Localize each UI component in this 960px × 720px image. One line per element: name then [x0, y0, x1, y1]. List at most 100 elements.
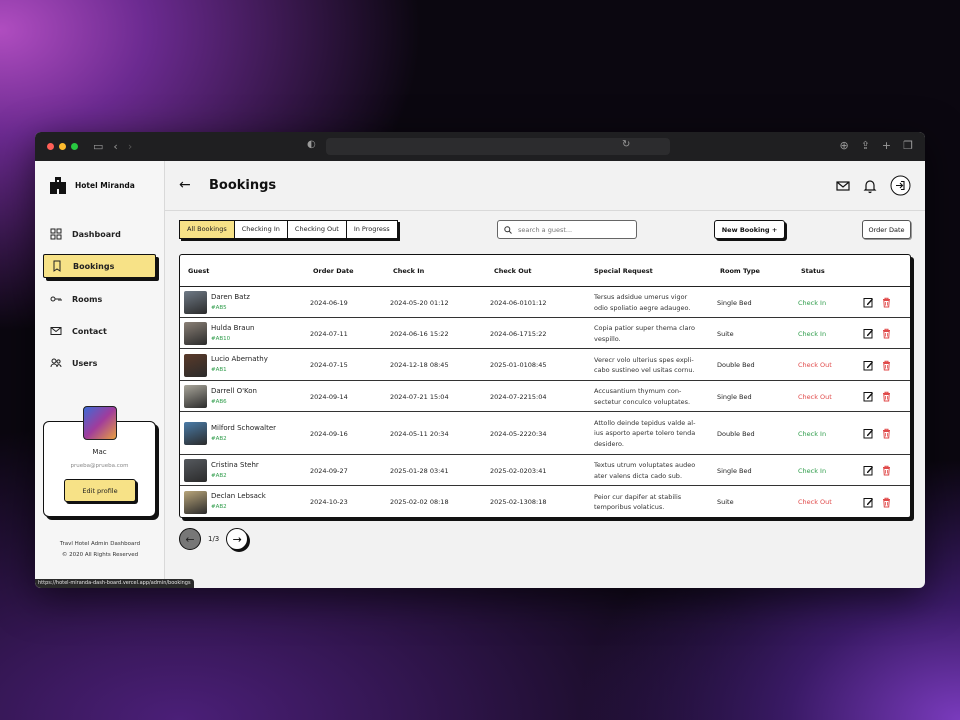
- tab-checking-out[interactable]: Checking Out: [288, 221, 347, 238]
- search-input[interactable]: [518, 225, 628, 234]
- trash-icon[interactable]: [881, 391, 892, 402]
- table-row[interactable]: Cristina Stehr #AB2 2024-09-27 2025-01-28 0…: [180, 455, 910, 486]
- guest-name: Hulda Braun: [211, 323, 255, 332]
- close-window-button[interactable]: [47, 143, 54, 150]
- table-row[interactable]: Lucio Abernathy #AB1 2024-07-15 2024-12-18 …: [180, 349, 910, 381]
- browser-back-icon[interactable]: ‹: [113, 141, 117, 152]
- special-request-line: Textus utrum voluptates audeo: [594, 461, 696, 469]
- guest-name: Lucio Abernathy: [211, 355, 268, 363]
- status-badge: Check In: [798, 298, 827, 307]
- browser-toolbar: ▭ ‹ › ◐ ↻ ⊕ ⇪ + ❐: [35, 132, 925, 161]
- column-order-date[interactable]: Order Date: [313, 267, 354, 275]
- edit-icon[interactable]: [863, 428, 874, 439]
- special-request-line: Tersus adsidue umerus vigor: [594, 293, 688, 301]
- shield-icon[interactable]: ◐: [307, 139, 316, 150]
- logout-icon[interactable]: [890, 175, 911, 196]
- trash-icon[interactable]: [881, 297, 892, 308]
- address-bar[interactable]: [326, 138, 670, 155]
- check-out-date: 2024-07-2215:04: [490, 392, 547, 401]
- profile-email: prueba@prueba.com: [70, 463, 129, 469]
- check-in-date: 2024-07-21 15:04: [390, 392, 449, 401]
- edit-icon[interactable]: [863, 360, 874, 371]
- maximize-window-button[interactable]: [71, 143, 78, 150]
- check-out-date: 2025-02-1308:18: [490, 498, 547, 506]
- reload-icon[interactable]: ↻: [622, 139, 630, 150]
- mail-icon[interactable]: [835, 178, 851, 194]
- table-row[interactable]: Milford Schowalter #AB2 2024-09-16 2024-05-…: [180, 412, 910, 455]
- prev-page-button[interactable]: ←: [179, 528, 201, 550]
- table-row[interactable]: Declan Lebsack #AB2 2024-10-23 2025-02-02 0…: [180, 486, 910, 518]
- trash-icon[interactable]: [881, 428, 892, 439]
- share-icon[interactable]: ⇪: [861, 139, 870, 152]
- minimize-window-button[interactable]: [59, 143, 66, 150]
- special-request-line: ater valens dicta cado sub.: [594, 471, 683, 480]
- page-title: Bookings: [209, 178, 277, 193]
- download-icon[interactable]: ⊕: [839, 139, 848, 152]
- column-guest[interactable]: Guest: [188, 267, 209, 275]
- pagination: ← 1/3 →: [179, 528, 249, 550]
- back-arrow-icon[interactable]: ←: [179, 177, 191, 193]
- arrow-left-icon: ←: [185, 532, 195, 546]
- check-out-date: 2025-02-0203:41: [490, 466, 547, 475]
- sidebar-item-dashboard[interactable]: Dashboard: [43, 222, 156, 246]
- sidebar-item-rooms[interactable]: Rooms: [43, 287, 156, 311]
- edit-icon[interactable]: [863, 465, 874, 476]
- special-request: Peior cur dapifer at stabilis temporibus …: [594, 492, 714, 513]
- tab-all-bookings[interactable]: All Bookings: [180, 221, 235, 238]
- bookings-table: Guest Order Date Check In Check Out Spec…: [179, 254, 911, 518]
- dashboard-icon: [50, 228, 62, 240]
- new-booking-button[interactable]: New Booking +: [714, 220, 785, 239]
- sidebar-toggle-icon[interactable]: ▭: [93, 141, 103, 152]
- column-room-type[interactable]: Room Type: [720, 267, 760, 275]
- sidebar-item-bookings[interactable]: Bookings: [43, 254, 156, 278]
- special-request-line: Peior cur dapifer at stabilis: [594, 492, 682, 501]
- special-request-line: odio spoliatio aegre adaugeo.: [594, 303, 691, 312]
- tabs-overview-icon[interactable]: ❐: [903, 139, 913, 152]
- trash-icon[interactable]: [881, 360, 892, 371]
- bell-icon[interactable]: [862, 178, 878, 194]
- sidebar-item-contact[interactable]: Contact: [43, 319, 156, 343]
- special-request-line: Accusantium thymum con-: [594, 387, 682, 395]
- tab-checking-in[interactable]: Checking In: [235, 221, 288, 238]
- guest-thumbnail: [184, 322, 207, 345]
- tab-in-progress[interactable]: In Progress: [347, 221, 397, 238]
- guest-thumbnail: [184, 490, 207, 514]
- column-special-request[interactable]: Special Request: [594, 267, 653, 275]
- special-request-line: Verecr volo ulterius spes expli-: [594, 355, 694, 364]
- status-badge: Check In: [798, 329, 827, 338]
- guest-id: #AB1: [211, 367, 227, 373]
- status-badge: Check In: [798, 429, 827, 438]
- sidebar-item-users[interactable]: Users: [43, 351, 156, 375]
- page-indicator: 1/3: [208, 535, 220, 543]
- column-check-in[interactable]: Check In: [393, 267, 424, 275]
- check-in-date: 2025-01-28 03:41: [390, 466, 449, 475]
- column-check-out[interactable]: Check Out: [494, 267, 532, 275]
- guest-id: #AB10: [211, 335, 231, 342]
- search-box: [497, 220, 637, 239]
- check-in-date: 2024-05-20 01:12: [390, 298, 449, 307]
- next-page-button[interactable]: →: [226, 528, 249, 550]
- edit-icon[interactable]: [863, 391, 874, 402]
- avatar[interactable]: [83, 406, 117, 440]
- hotel-logo-icon: [50, 177, 66, 194]
- browser-forward-icon[interactable]: ›: [128, 141, 132, 152]
- new-tab-icon[interactable]: +: [882, 139, 891, 152]
- trash-icon[interactable]: [881, 465, 892, 476]
- brand[interactable]: Hotel Miranda: [49, 176, 135, 194]
- guest-name: Cristina Stehr: [211, 460, 259, 469]
- column-status[interactable]: Status: [801, 267, 825, 275]
- edit-profile-button[interactable]: Edit profile: [64, 479, 136, 502]
- table-row[interactable]: Darrell O'Kon #AB6 2024-09-14 2024-07-21 15…: [180, 381, 910, 412]
- special-request-line: Copia patior super thema claro: [594, 324, 695, 332]
- edit-icon[interactable]: [863, 497, 874, 508]
- trash-icon[interactable]: [881, 328, 892, 339]
- special-request-line: ius asporto aperte tolero tenda: [594, 429, 696, 438]
- room-type: Double Bed: [717, 361, 755, 369]
- edit-icon[interactable]: [863, 297, 874, 308]
- check-out-date: 2025-01-0108:45: [490, 361, 547, 369]
- trash-icon[interactable]: [881, 497, 892, 508]
- edit-icon[interactable]: [863, 328, 874, 339]
- order-date-button[interactable]: Order Date: [862, 220, 911, 239]
- table-row[interactable]: Daren Batz #AB5 2024-06-19 2024-05-20 01:12…: [180, 287, 910, 318]
- table-row[interactable]: Hulda Braun #AB10 2024-07-11 2024-06-16 15:…: [180, 318, 910, 349]
